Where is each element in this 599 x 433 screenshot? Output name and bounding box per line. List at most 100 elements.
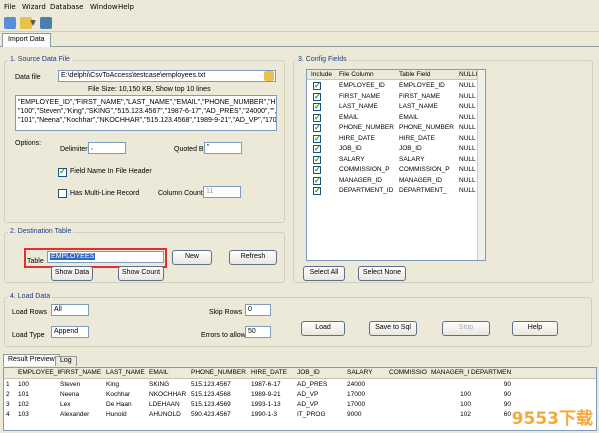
config-cell[interactable]: COMMISSION_P: [339, 166, 397, 173]
result-column-header[interactable]: LAST_NAME: [106, 369, 149, 376]
row-number[interactable]: 2: [6, 391, 16, 398]
result-column-header[interactable]: FIRST_NAME: [60, 369, 106, 376]
table-cell[interactable]: 103: [18, 411, 60, 418]
result-column-header[interactable]: DEPARTMEN: [471, 369, 511, 376]
table-cell[interactable]: 102: [18, 401, 60, 408]
multi-line-checkbox[interactable]: [58, 189, 67, 198]
help-button[interactable]: Help: [512, 321, 558, 336]
result-column-header[interactable]: EMAIL: [149, 369, 191, 376]
menu-wizard[interactable]: Wizard: [22, 3, 46, 11]
table-cell[interactable]: 102: [431, 411, 471, 418]
table-cell[interactable]: 515.123.4569: [191, 401, 251, 408]
quoted-by-select[interactable]: ": [204, 142, 242, 154]
config-cell[interactable]: MANAGER_ID: [339, 177, 397, 184]
table-cell[interactable]: Steven: [60, 381, 106, 388]
load-type-select[interactable]: Append: [51, 326, 89, 338]
table-cell[interactable]: AD_VP: [297, 391, 347, 398]
table-cell[interactable]: Lex: [60, 401, 106, 408]
config-cell[interactable]: FIRST_NAME: [339, 93, 397, 100]
result-column-header[interactable]: EMPLOYEE_ID: [18, 369, 60, 376]
window-icon[interactable]: [40, 17, 52, 29]
table-cell[interactable]: Hunold: [106, 411, 149, 418]
config-row[interactable]: FIRST_NAMEFIRST_NAMENULL: [307, 92, 485, 102]
config-cell[interactable]: FIRST_NAME: [399, 93, 457, 100]
table-cell[interactable]: 17000: [347, 391, 389, 398]
table-cell[interactable]: 590.423.4567: [191, 411, 251, 418]
row-number[interactable]: 1: [6, 381, 16, 388]
table-cell[interactable]: 60: [471, 411, 511, 418]
menu-file[interactable]: File: [4, 3, 16, 11]
table-cell[interactable]: LDEHAAN: [149, 401, 191, 408]
table-cell[interactable]: 515.123.4567: [191, 381, 251, 388]
include-checkbox[interactable]: [313, 165, 321, 174]
show-data-button[interactable]: Show Data: [51, 266, 93, 281]
menu-help[interactable]: Help: [118, 3, 134, 11]
table-cell[interactable]: AD_VP: [297, 401, 347, 408]
config-row[interactable]: PHONE_NUMBERPHONE_NUMBERNULL: [307, 123, 485, 133]
config-scrollbar[interactable]: [477, 70, 485, 260]
select-none-button[interactable]: Select None: [358, 266, 406, 281]
data-file-input[interactable]: E:\delphi\CsvToAccess\testcase\employees…: [58, 70, 276, 82]
config-row[interactable]: DEPARTMENT_IDDEPARTMENT_NULL: [307, 186, 485, 196]
refresh-button[interactable]: Refresh: [229, 250, 277, 265]
table-cell[interactable]: AHUNOLD: [149, 411, 191, 418]
result-column-header[interactable]: PHONE_NUMBER: [191, 369, 251, 376]
errors-allow-input[interactable]: 50: [245, 326, 271, 338]
table-cell[interactable]: 90: [471, 391, 511, 398]
save-to-sql-button[interactable]: Save to Sql: [369, 321, 417, 336]
table-row[interactable]: 1 100 Steven King SKING 515.123.4567 1987-6-17…: [4, 380, 596, 390]
menu-window[interactable]: Window: [90, 3, 118, 11]
skip-rows-input[interactable]: 0: [245, 304, 271, 316]
config-cell[interactable]: EMAIL: [339, 114, 397, 121]
config-cell[interactable]: COMMISSION_P: [399, 166, 457, 173]
table-cell[interactable]: IT_PROG: [297, 411, 347, 418]
include-checkbox[interactable]: [313, 113, 321, 122]
table-cell[interactable]: 90: [471, 381, 511, 388]
row-number[interactable]: 4: [6, 411, 16, 418]
include-checkbox[interactable]: [313, 92, 321, 101]
config-row[interactable]: EMAILEMAILNULL: [307, 113, 485, 123]
table-row[interactable]: 4 103 Alexander Hunold AHUNOLD 590.423.4567 19…: [4, 410, 596, 420]
tab-result-preview[interactable]: Result Preview: [3, 354, 60, 366]
table-cell[interactable]: 1989-9-21: [251, 391, 297, 398]
config-row[interactable]: HIRE_DATEHIRE_DATENULL: [307, 134, 485, 144]
result-column-header[interactable]: MANAGER_I: [431, 369, 471, 376]
config-fields-grid[interactable]: Include File Column Table Field NULLIF E…: [306, 69, 486, 261]
column-count-input[interactable]: 11: [203, 186, 241, 198]
include-checkbox[interactable]: [313, 102, 321, 111]
config-cell[interactable]: EMAIL: [399, 114, 457, 121]
table-cell[interactable]: 9000: [347, 411, 389, 418]
table-row[interactable]: 3 102 Lex De Haan LDEHAAN 515.123.4569 1993-1-…: [4, 400, 596, 410]
table-cell[interactable]: 24000: [347, 381, 389, 388]
table-cell[interactable]: 100: [431, 401, 471, 408]
table-cell[interactable]: AD_PRES: [297, 381, 347, 388]
table-cell[interactable]: 100: [431, 391, 471, 398]
config-cell[interactable]: DEPARTMENT_ID: [339, 187, 397, 194]
result-column-header[interactable]: SALARY: [347, 369, 389, 376]
stop-button[interactable]: Stop: [442, 321, 490, 336]
load-button[interactable]: Load: [301, 321, 345, 336]
config-cell[interactable]: JOB_ID: [339, 145, 397, 152]
row-number[interactable]: 3: [6, 401, 16, 408]
include-checkbox[interactable]: [313, 134, 321, 143]
include-checkbox[interactable]: [313, 123, 321, 132]
config-cell[interactable]: LAST_NAME: [339, 103, 397, 110]
browse-folder-icon[interactable]: [264, 71, 274, 81]
config-row[interactable]: SALARYSALARYNULL: [307, 155, 485, 165]
table-cell[interactable]: 515.123.4568: [191, 391, 251, 398]
table-cell[interactable]: Kochhar: [106, 391, 149, 398]
config-cell[interactable]: EMPLOYEE_ID: [339, 82, 397, 89]
config-row[interactable]: LAST_NAMELAST_NAMENULL: [307, 102, 485, 112]
config-cell[interactable]: DEPARTMENT_: [399, 187, 457, 194]
table-cell[interactable]: 17000: [347, 401, 389, 408]
open-folder-icon[interactable]: [20, 17, 32, 29]
result-column-header[interactable]: HIRE_DATE: [251, 369, 297, 376]
table-cell[interactable]: King: [106, 381, 149, 388]
delimiter-select[interactable]: ,: [88, 142, 126, 154]
table-cell[interactable]: 90: [471, 401, 511, 408]
table-cell[interactable]: 100: [18, 381, 60, 388]
table-cell[interactable]: 1990-1-3: [251, 411, 297, 418]
table-cell[interactable]: Alexander: [60, 411, 106, 418]
config-cell[interactable]: SALARY: [339, 156, 397, 163]
load-rows-select[interactable]: All: [51, 304, 89, 316]
